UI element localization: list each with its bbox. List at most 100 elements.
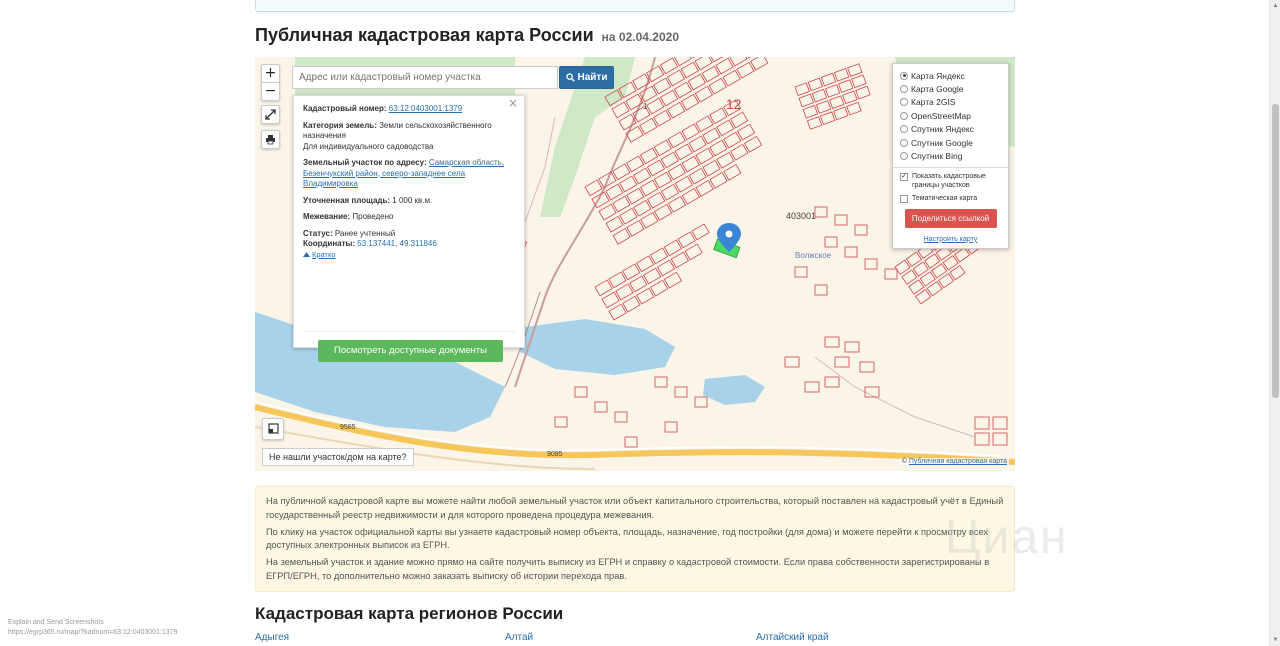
page-title-text: Публичная кадастровая карта России	[255, 25, 594, 45]
coordinates-value[interactable]: 53.137441, 49.311846	[357, 239, 436, 248]
popup-divider	[303, 331, 515, 332]
map-type-radio[interactable]	[900, 138, 908, 147]
thematic-checkbox[interactable]	[900, 194, 908, 203]
cian-watermark: Циан	[945, 511, 1069, 564]
map-type-option[interactable]: Карта Яндекс	[900, 69, 1001, 82]
search-icon	[565, 73, 575, 82]
address-label: Земельный участок по адресу:	[303, 158, 427, 167]
regions-title: Кадастровая карта регионов России	[255, 604, 564, 623]
map-type-label: Спутник Яндекс	[911, 124, 974, 135]
map-label-volzhskoe: Волжское	[795, 251, 832, 260]
info-paragraph-3: На земельный участок и здание можно прям…	[266, 557, 990, 581]
thematic-option[interactable]: Тематическая карта	[900, 194, 1001, 203]
map-label-9085: 9085	[547, 451, 563, 458]
map-type-option[interactable]: Спутник Google	[900, 136, 1001, 149]
status-row: Статус: Ранее учтенный	[303, 229, 515, 240]
layers-square-icon	[267, 423, 279, 434]
survey-value: Проведено	[352, 212, 394, 221]
map-type-radio[interactable]	[900, 85, 908, 94]
map-label-403001: 403001	[786, 211, 816, 221]
area-label: Уточненная площадь:	[303, 195, 391, 205]
map-type-radio[interactable]	[900, 71, 908, 80]
info-box: На публичной кадастровой карте вы можете…	[255, 486, 1015, 592]
survey-label: Межевание:	[303, 212, 351, 221]
show-borders-checkbox[interactable]: ✓	[900, 172, 908, 181]
map-layers-panel: Карта Яндекс Карта Google Карта 2GIS OpenSt…	[892, 63, 1009, 249]
coordinates-label: Координаты:	[303, 239, 356, 248]
status-label: Статус:	[303, 228, 333, 238]
page-title-date: на 02.04.2020	[601, 30, 679, 44]
map-type-label: Спутник Google	[911, 137, 973, 148]
brief-toggle[interactable]: Кратко	[303, 250, 515, 261]
map-copyright: © Публичная кадастровая карта	[899, 458, 1009, 465]
view-documents-button[interactable]: Посмотреть доступные документы	[318, 340, 503, 362]
map-type-radio[interactable]	[900, 125, 908, 134]
area-row: Уточненная площадь: 1 000 кв.м.	[303, 196, 515, 207]
scroll-down-icon[interactable]: ▼	[1272, 636, 1279, 644]
print-button[interactable]	[261, 130, 280, 149]
copyright-prefix: ©	[901, 458, 909, 465]
map-type-radio[interactable]	[900, 152, 908, 161]
map-type-option[interactable]: Спутник Яндекс	[900, 123, 1001, 136]
map-type-label: Карта 2GIS	[911, 97, 956, 108]
map-type-list: Карта Яндекс Карта Google Карта 2GIS OpenSt…	[900, 69, 1001, 163]
cadastral-number-row: Кадастровый номер: 63:12:0403001:1379	[303, 104, 515, 115]
map-type-label: Спутник Bing	[911, 151, 963, 162]
coordinates-row: Координаты: 53.137441, 49.311846	[303, 239, 515, 250]
page-scrollbar[interactable]: ▲ ▼	[1269, 0, 1280, 646]
caret-up-icon	[303, 252, 310, 258]
search-button-label: Найти	[577, 72, 608, 83]
map-type-label: Карта Яндекс	[911, 70, 965, 81]
map-label-1: 1	[643, 102, 648, 111]
scrollbar-thumb[interactable]	[1272, 104, 1279, 398]
map-type-label: OpenStreetMap	[911, 110, 972, 121]
parcel-info-popup: × Кадастровый номер: 63:12:0403001:1379 …	[293, 95, 525, 362]
map-type-option[interactable]: Карта 2GIS	[900, 96, 1001, 109]
page-title: Публичная кадастровая карта России на 02…	[255, 25, 679, 46]
zoom-out-button[interactable]: −	[261, 82, 280, 101]
brief-link[interactable]: Кратко	[312, 250, 336, 261]
map-type-label: Карта Google	[911, 84, 964, 95]
cadastral-number-link[interactable]: 63:12:0403001:1379	[389, 104, 462, 113]
extension-note-title: Explain and Send Screenshots	[8, 619, 104, 626]
cadastral-map[interactable]: 403001 Волжское 9585 9585 9085 12 1 + −	[255, 57, 1015, 471]
scroll-up-icon[interactable]: ▲	[1272, 2, 1279, 10]
not-found-button[interactable]: Не нашли участок/дом на карте?	[262, 448, 414, 466]
layers-toggle-button[interactable]	[262, 418, 284, 440]
layers-divider	[893, 166, 1008, 168]
survey-row: Межевание: Проведено	[303, 212, 515, 223]
info-paragraph-1: На публичной кадастровой карте вы можете…	[266, 496, 1004, 520]
printer-icon	[266, 135, 275, 145]
area-value: 1 000 кв.м.	[392, 195, 433, 205]
map-type-option[interactable]: Спутник Bing	[900, 149, 1001, 162]
map-type-option[interactable]: OpenStreetMap	[900, 109, 1001, 122]
fullscreen-button[interactable]	[261, 105, 280, 124]
copyright-link[interactable]: Публичная кадастровая карта	[909, 458, 1007, 465]
search-input[interactable]	[292, 66, 558, 89]
map-type-radio[interactable]	[900, 98, 908, 107]
land-purpose-value: Для индивидуального садоводства	[303, 141, 434, 151]
land-category-label: Категория земель:	[303, 120, 377, 130]
info-paragraph-2: По клику на участок официальной карты вы…	[266, 526, 989, 551]
map-type-radio[interactable]	[900, 111, 908, 120]
cadastral-number-label: Кадастровый номер:	[303, 104, 387, 113]
land-category-row: Категория земель: Земли сельскохозяйстве…	[303, 121, 515, 153]
show-borders-option[interactable]: ✓ Показать кадастровые границы участков	[900, 172, 1001, 190]
address-row: Земельный участок по адресу: Самарская о…	[303, 158, 515, 190]
expand-icon	[265, 109, 276, 120]
region-link-altai-krai[interactable]: Алтайский край	[756, 632, 829, 643]
extension-note-url: https://egrp365.ru/map/?kadnum=63:12:040…	[8, 629, 178, 636]
configure-map-link[interactable]: Настроить карту	[900, 236, 1001, 243]
map-type-option[interactable]: Карта Google	[900, 82, 1001, 95]
close-icon[interactable]: ×	[508, 97, 518, 108]
thematic-label: Тематическая карта	[912, 194, 978, 202]
region-link-altai[interactable]: Алтай	[505, 632, 533, 643]
map-label-9585-b: 9585	[340, 424, 356, 431]
search-button[interactable]: Найти	[559, 66, 614, 89]
status-value: Ранее учтенный	[334, 228, 396, 238]
share-link-button[interactable]: Поделиться ссылкой	[904, 208, 997, 228]
region-link-adygea[interactable]: Адыгея	[255, 632, 289, 643]
show-borders-label: Показать кадастровые границы участков	[912, 172, 986, 189]
zoom-in-button[interactable]: +	[261, 64, 280, 83]
top-panel-edge	[255, 0, 1015, 12]
